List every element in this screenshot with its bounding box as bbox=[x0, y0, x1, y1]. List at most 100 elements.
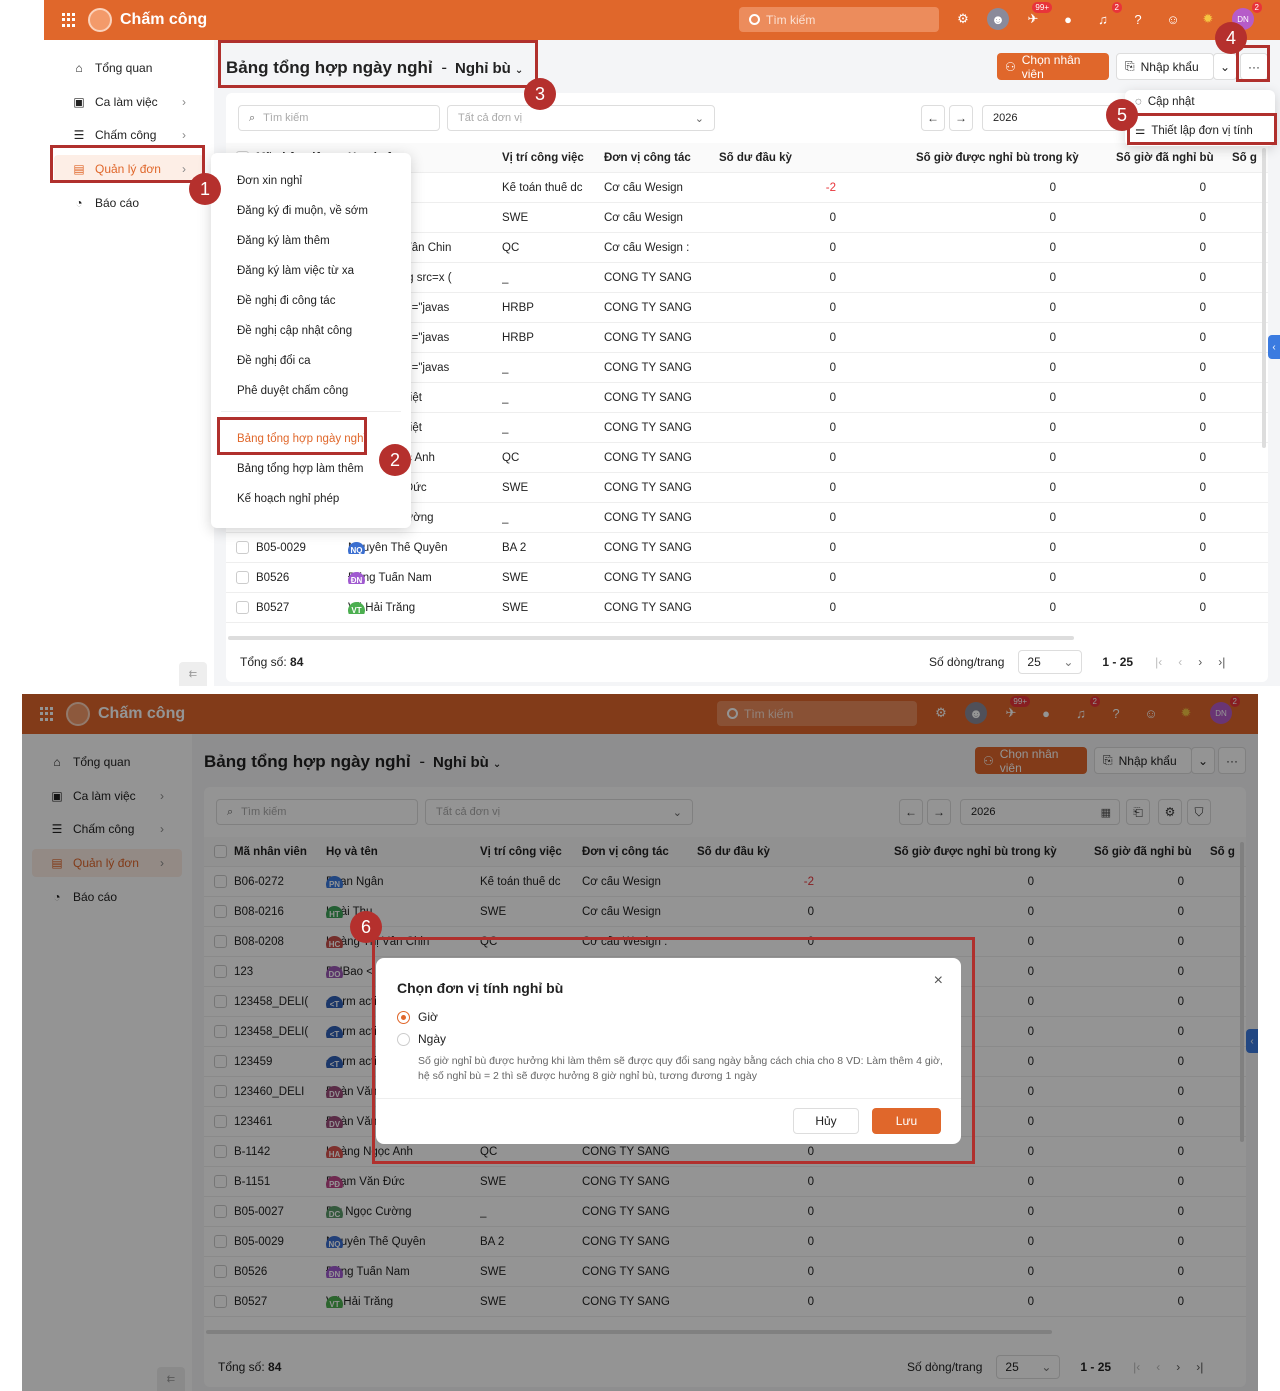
opening-balance: 0 bbox=[829, 241, 836, 254]
help-icon[interactable]: ? bbox=[1127, 8, 1149, 30]
step-marker-6: 6 bbox=[350, 911, 382, 943]
position: _ bbox=[502, 271, 509, 284]
rows-per-page-label: Số dòng/trang bbox=[929, 655, 1005, 669]
unit: CÔNG TY SÁNG bbox=[604, 541, 692, 554]
header-search[interactable]: Tìm kiếm bbox=[739, 7, 939, 32]
step-marker-4: 4 bbox=[1215, 22, 1247, 54]
chevron-right-icon: › bbox=[182, 95, 186, 109]
employee-id: B0526 bbox=[256, 571, 290, 584]
search-icon bbox=[749, 14, 760, 25]
opening-balance: 0 bbox=[829, 571, 836, 584]
announcement-icon[interactable]: ✈ 99+ bbox=[1022, 2, 1052, 30]
used-hours: 0 bbox=[1199, 511, 1206, 524]
step-marker-3: 3 bbox=[524, 78, 556, 110]
highlight-unit-setting bbox=[1127, 113, 1277, 145]
menu-item[interactable]: Bảng tổng hợp làm thêm bbox=[237, 463, 363, 475]
unit-select[interactable]: Tất cả đơn vị ⌄ bbox=[447, 105, 715, 131]
pie-chart-icon: ◔ bbox=[75, 196, 83, 210]
menu-item[interactable]: Đơn xin nghỉ bbox=[237, 175, 302, 187]
total-count: Tổng số: 84 bbox=[240, 655, 303, 669]
position: SWE bbox=[502, 571, 529, 584]
user-photo-icon[interactable]: ☻ bbox=[987, 8, 1009, 30]
position: _ bbox=[502, 511, 509, 524]
refresh-icon: ◌ bbox=[1135, 96, 1142, 108]
step-marker-5: 5 bbox=[1106, 99, 1138, 131]
menu-item[interactable]: Đề nghị đi công tác bbox=[237, 295, 335, 307]
menu-divider bbox=[221, 411, 401, 412]
home-icon: ⌂ bbox=[75, 61, 83, 75]
sidebar-item-1[interactable]: ▣ Ca làm việc › bbox=[54, 88, 204, 116]
sidebar-item-label: Tổng quan bbox=[95, 61, 153, 75]
expand-panel-icon[interactable]: ‹ bbox=[1268, 335, 1280, 359]
row-checkbox[interactable] bbox=[236, 571, 249, 584]
chevron-down-icon: ⌄ bbox=[694, 112, 704, 125]
import-dropdown-button[interactable]: ⌄ bbox=[1213, 53, 1237, 80]
menu-item[interactable]: Đăng ký làm việc từ xa bbox=[237, 265, 354, 277]
chevron-down-icon: ⌄ bbox=[1063, 655, 1074, 669]
import-button[interactable]: ⎘ Nhập khẩu bbox=[1116, 53, 1214, 80]
menu-item[interactable]: Đăng ký đi muộn, về sớm bbox=[237, 205, 368, 217]
bell-icon[interactable]: ♫ 2 bbox=[1092, 2, 1122, 30]
sidebar-item-label: Báo cáo bbox=[95, 196, 140, 210]
highlight-modal bbox=[372, 937, 975, 1164]
used-hours: 0 bbox=[1199, 541, 1206, 554]
row-checkbox[interactable] bbox=[236, 541, 249, 554]
sidebar-item-0[interactable]: ⌂ Tổng quan bbox=[54, 54, 204, 82]
position: QC bbox=[502, 241, 520, 254]
opening-balance: 0 bbox=[829, 361, 836, 374]
next-page-icon[interactable]: › bbox=[1198, 655, 1202, 669]
horizontal-scrollbar[interactable] bbox=[228, 636, 1074, 640]
header-search-placeholder: Tìm kiếm bbox=[766, 12, 816, 27]
total-value: 84 bbox=[290, 655, 304, 669]
refresh-menu-item[interactable]: ◌ Cập nhật bbox=[1135, 96, 1195, 108]
earned-hours: 0 bbox=[1049, 181, 1056, 194]
position: QC bbox=[502, 451, 520, 464]
used-hours: 0 bbox=[1199, 331, 1206, 344]
sidebar-item-label: Chấm công bbox=[95, 128, 157, 142]
rows-per-page-select[interactable]: 25 ⌄ bbox=[1018, 650, 1083, 674]
sun-icon[interactable]: ✹ bbox=[1197, 8, 1219, 30]
search-input[interactable]: ⌕ Tìm kiếm bbox=[238, 105, 440, 131]
choose-employee-button[interactable]: ⚇ Chọn nhân viên bbox=[997, 53, 1109, 81]
collapse-sidebar-icon[interactable]: ⇇ bbox=[179, 662, 207, 686]
more-apps-icon[interactable]: ☺ bbox=[1162, 8, 1184, 30]
opening-balance: 0 bbox=[829, 451, 836, 464]
vertical-scrollbar[interactable] bbox=[1262, 148, 1266, 448]
chat-icon[interactable]: ● bbox=[1057, 8, 1079, 30]
position: _ bbox=[502, 391, 509, 404]
column-header: Số dư đầu kỳ bbox=[719, 151, 792, 164]
unit: CÔNG TY SÁNG bbox=[604, 421, 692, 434]
table-row[interactable]: B05-0029 NQ Nguyễn Thế Quyền BA 2 CÔNG TY SÁ… bbox=[226, 533, 1268, 563]
first-page-icon[interactable]: |‹ bbox=[1155, 655, 1162, 669]
earned-hours: 0 bbox=[1049, 451, 1056, 464]
screenshot-step-1-5: Chấm công Tìm kiếm ⚙ ☻ ✈ 99+ ● ♫ 2 ? ☺ ✹ D… bbox=[44, 0, 1280, 686]
menu-item[interactable]: Kế hoạch nghỉ phép bbox=[237, 493, 339, 505]
highlight-more-button bbox=[1236, 45, 1270, 82]
menu-item[interactable]: Đề nghị đổi ca bbox=[237, 355, 311, 367]
column-header: Đơn vị công tác bbox=[604, 151, 691, 164]
menu-item[interactable]: Đăng ký làm thêm bbox=[237, 235, 330, 247]
unit: CÔNG TY SÁNG bbox=[604, 511, 692, 524]
sidebar-item-4[interactable]: ◔ Báo cáo bbox=[54, 189, 204, 217]
position: Kế toán thuế dc bbox=[502, 181, 583, 194]
year-value: 2026 bbox=[993, 112, 1018, 124]
employee-name: ĐN Đặng Tuấn Nam bbox=[348, 571, 500, 584]
highlight-order-management bbox=[50, 145, 205, 183]
next-year-button[interactable]: → bbox=[949, 105, 973, 131]
employee-id: B05-0029 bbox=[256, 541, 306, 554]
last-page-icon[interactable]: ›| bbox=[1218, 655, 1225, 669]
column-header: Số g bbox=[1232, 151, 1257, 164]
menu-item[interactable]: Phê duyệt chấm công bbox=[237, 385, 348, 397]
table-row[interactable]: B0526 ĐN Đặng Tuấn Nam SWE CÔNG TY SÁNG 0 0 0 bbox=[226, 563, 1268, 593]
prev-year-button[interactable]: ← bbox=[921, 105, 945, 131]
sidebar: ⌂ Tổng quan ▣ Ca làm việc › ☰ Chấm công › ▤ Quản … bbox=[44, 40, 214, 686]
prev-page-icon[interactable]: ‹ bbox=[1178, 655, 1182, 669]
unit: Cơ cấu Wesign bbox=[604, 211, 683, 224]
menu-item[interactable]: Đề nghị cập nhật công bbox=[237, 325, 352, 337]
settings-icon[interactable]: ⚙ bbox=[952, 8, 974, 30]
position: SWE bbox=[502, 211, 529, 224]
table-row[interactable]: B0527 VT Vũ Hải Trắng SWE CÔNG TY SÁNG 0 0 0 bbox=[226, 593, 1268, 623]
row-checkbox[interactable] bbox=[236, 601, 249, 614]
used-hours: 0 bbox=[1199, 601, 1206, 614]
app-grid-icon[interactable] bbox=[62, 13, 76, 27]
